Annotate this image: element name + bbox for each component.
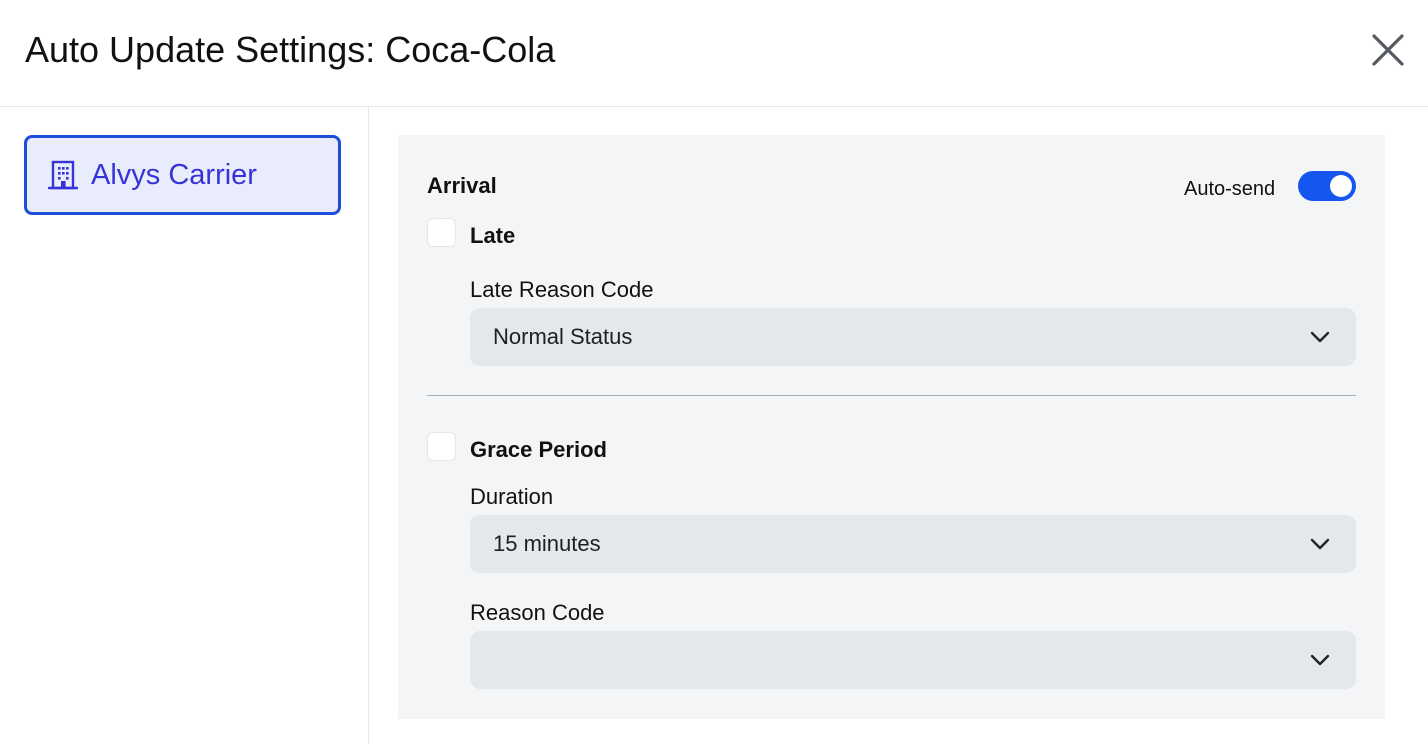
reason-code-select[interactable] [470,631,1356,689]
dialog-header: Auto Update Settings: Coca-Cola [0,0,1428,107]
section-divider [427,395,1356,396]
duration-select[interactable]: 15 minutes [470,515,1356,573]
grace-period-label: Grace Period [470,437,607,462]
sidebar-item-label: Alvys Carrier [91,158,257,191]
grace-period-checkbox[interactable] [427,432,456,461]
late-reason-code-label: Late Reason Code [470,277,654,302]
auto-send-toggle[interactable] [1298,171,1356,201]
chevron-down-icon [1310,331,1330,343]
close-icon [1372,34,1404,66]
sidebar-item-alvys-carrier[interactable]: Alvys Carrier [24,135,341,215]
select-value: Normal Status [493,324,633,349]
duration-label: Duration [470,484,554,509]
select-value: 15 minutes [493,531,601,556]
reason-code-label: Reason Code [470,600,605,625]
page-title: Auto Update Settings: Coca-Cola [25,29,556,70]
late-reason-code-select[interactable]: Normal Status [470,308,1356,366]
close-button[interactable] [1368,30,1408,70]
arrival-settings-panel: Arrival Auto-send Late Late Reason Code … [398,135,1385,719]
late-label: Late [470,223,516,248]
chevron-down-icon [1310,538,1330,550]
late-checkbox[interactable] [427,218,456,247]
building-icon [47,159,79,191]
toggle-knob [1330,175,1352,197]
section-title-arrival: Arrival [427,173,497,198]
chevron-down-icon [1310,654,1330,666]
auto-send-label: Auto-send [1184,178,1276,200]
sidebar: Alvys Carrier [0,107,369,744]
